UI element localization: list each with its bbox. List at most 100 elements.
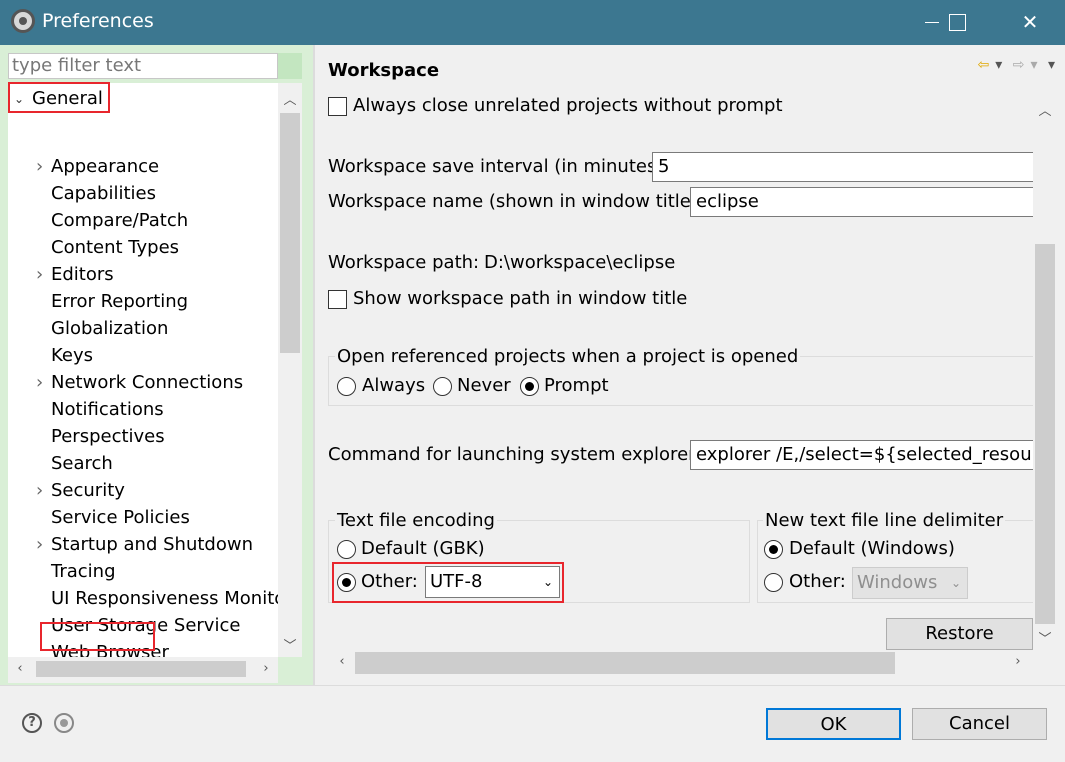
tree-item[interactable]: Notifications: [8, 396, 278, 423]
preference-tree[interactable]: ⌄ General › Appearance Capabilities Compare…: [8, 83, 278, 657]
tree-item[interactable]: › Network Connections: [8, 369, 278, 396]
tree-item-label: Capabilities: [51, 183, 156, 204]
filter-clear: [278, 53, 302, 79]
delimiter-default-label: Default (Windows): [789, 538, 955, 559]
scroll-left-icon[interactable]: ‹: [10, 661, 30, 676]
page-vertical-scrollbar[interactable]: ︿ ﹀: [1033, 92, 1057, 652]
chevron-right-icon[interactable]: ›: [36, 369, 46, 396]
tree-item[interactable]: Service Policies: [8, 504, 278, 531]
page-horizontal-scrollbar[interactable]: ‹ ›: [328, 650, 1033, 676]
workspace-name-input[interactable]: eclipse: [690, 187, 1033, 217]
chevron-right-icon[interactable]: ›: [36, 531, 46, 558]
tree-item[interactable]: Error Reporting: [8, 288, 278, 315]
open-referenced-title: Open referenced projects when a project …: [335, 346, 801, 367]
tree-item-label: Content Types: [51, 237, 180, 258]
radio-always-label: Always: [362, 375, 426, 396]
forward-menu-icon[interactable]: ▾: [1030, 57, 1037, 73]
forward-arrow-icon[interactable]: ⇨: [1013, 57, 1025, 73]
highlight-workspace: [40, 622, 155, 651]
encoding-default-radio[interactable]: [337, 540, 356, 559]
delimiter-other-label: Other:: [789, 571, 846, 592]
preference-page: Workspace ⇦ ▾ ⇨ ▾ ▾ Always close unrelated…: [315, 45, 1065, 685]
tree-item[interactable]: Perspectives: [8, 423, 278, 450]
page-title: Workspace: [328, 60, 440, 81]
encoding-default-label: Default (GBK): [361, 538, 485, 559]
help-icon[interactable]: ?: [22, 713, 42, 733]
tree-horizontal-scrollbar[interactable]: ‹ ›: [8, 657, 278, 683]
tree-item[interactable]: › Editors: [8, 261, 278, 288]
delimiter-select: Windows ⌄: [852, 567, 968, 599]
radio-always[interactable]: [337, 377, 356, 396]
cancel-button[interactable]: Cancel: [912, 708, 1047, 740]
scroll-thumb[interactable]: [280, 113, 300, 353]
scroll-thumb[interactable]: [1035, 244, 1055, 624]
radio-prompt[interactable]: [520, 377, 539, 396]
view-menu-icon[interactable]: ▾: [1048, 57, 1055, 73]
workspace-name-label: Workspace name (shown in window title):: [328, 191, 704, 212]
explorer-command-input[interactable]: explorer /E,/select=${selected_resource_: [690, 440, 1033, 470]
tree-item-label: Compare/Patch: [51, 210, 189, 231]
radio-never-label: Never: [457, 375, 511, 396]
delimiter-select-value: Windows: [857, 572, 938, 593]
tree-item[interactable]: Search: [8, 450, 278, 477]
tree-vertical-scrollbar[interactable]: ︿ ﹀: [278, 83, 302, 657]
ok-button[interactable]: OK: [766, 708, 901, 740]
scroll-left-icon[interactable]: ‹: [332, 654, 352, 669]
chevron-right-icon[interactable]: ›: [36, 477, 46, 504]
tree-item-label: Tracing: [51, 561, 116, 582]
scroll-right-icon[interactable]: ›: [256, 661, 276, 676]
delimiter-other-radio[interactable]: [764, 573, 783, 592]
tree-item-label: Globalization: [51, 318, 169, 339]
page-navigation: ⇦ ▾ ⇨ ▾ ▾: [972, 57, 1055, 77]
back-menu-icon[interactable]: ▾: [995, 57, 1002, 73]
tree-item[interactable]: › Appearance: [8, 153, 278, 180]
tree-item[interactable]: Globalization: [8, 315, 278, 342]
tree-item[interactable]: Keys: [8, 342, 278, 369]
scroll-up-icon[interactable]: ︿: [280, 89, 300, 108]
tree-item[interactable]: › Startup and Shutdown: [8, 531, 278, 558]
page-content: Always close unrelated projects without …: [315, 92, 1033, 652]
chevron-right-icon[interactable]: ›: [36, 153, 46, 180]
filter-input[interactable]: type filter text: [8, 53, 278, 79]
dialog-button-bar: ? OK Cancel: [0, 685, 1065, 762]
tree-item-label: Perspectives: [51, 426, 165, 447]
tree-item[interactable]: › Security: [8, 477, 278, 504]
always-close-checkbox[interactable]: [328, 97, 347, 116]
scroll-down-icon[interactable]: ﹀: [280, 635, 300, 654]
eclipse-gear-icon: [11, 9, 35, 33]
tree-item-label: Error Reporting: [51, 291, 189, 312]
chevron-right-icon[interactable]: ›: [36, 261, 46, 288]
import-export-icon[interactable]: [54, 713, 74, 733]
title-bar: Preferences ✕: [0, 0, 1065, 45]
tree-item-label: Startup and Shutdown: [51, 534, 253, 555]
scroll-up-icon[interactable]: ︿: [1035, 100, 1055, 119]
scroll-thumb[interactable]: [36, 661, 246, 677]
restore-defaults-button[interactable]: Restore Defaults: [886, 618, 1033, 650]
back-arrow-icon[interactable]: ⇦: [978, 57, 990, 73]
tree-item[interactable]: Compare/Patch: [8, 207, 278, 234]
tree-item-label: Keys: [51, 345, 94, 366]
show-path-label: Show workspace path in window title: [353, 288, 688, 309]
always-close-label: Always close unrelated projects without …: [353, 95, 783, 116]
close-button[interactable]: ✕: [1000, 0, 1060, 45]
save-interval-input[interactable]: 5: [652, 152, 1033, 182]
chevron-down-icon: ⌄: [950, 576, 961, 590]
delimiter-default-radio[interactable]: [764, 540, 783, 559]
tree-item[interactable]: Capabilities: [8, 180, 278, 207]
tree-item[interactable]: UI Responsiveness Monitor: [8, 585, 278, 612]
tree-item-label: UI Responsiveness Monitor: [51, 588, 278, 609]
scroll-right-icon[interactable]: ›: [1008, 654, 1028, 669]
explorer-command-label: Command for launching system explorer:: [328, 444, 702, 465]
show-path-checkbox[interactable]: [328, 290, 347, 309]
tree-item[interactable]: Tracing: [8, 558, 278, 585]
tree-item-label: Network Connections: [51, 372, 244, 393]
scroll-thumb[interactable]: [355, 652, 895, 674]
highlight-encoding: [332, 562, 564, 603]
workspace-path-label: Workspace path:: [328, 252, 480, 273]
window-title: Preferences: [42, 10, 154, 32]
tree-item[interactable]: Content Types: [8, 234, 278, 261]
workspace-path-value: D:\workspace\eclipse: [484, 252, 676, 273]
maximize-button[interactable]: [929, 0, 989, 45]
radio-never[interactable]: [433, 377, 452, 396]
scroll-down-icon[interactable]: ﹀: [1035, 628, 1055, 647]
